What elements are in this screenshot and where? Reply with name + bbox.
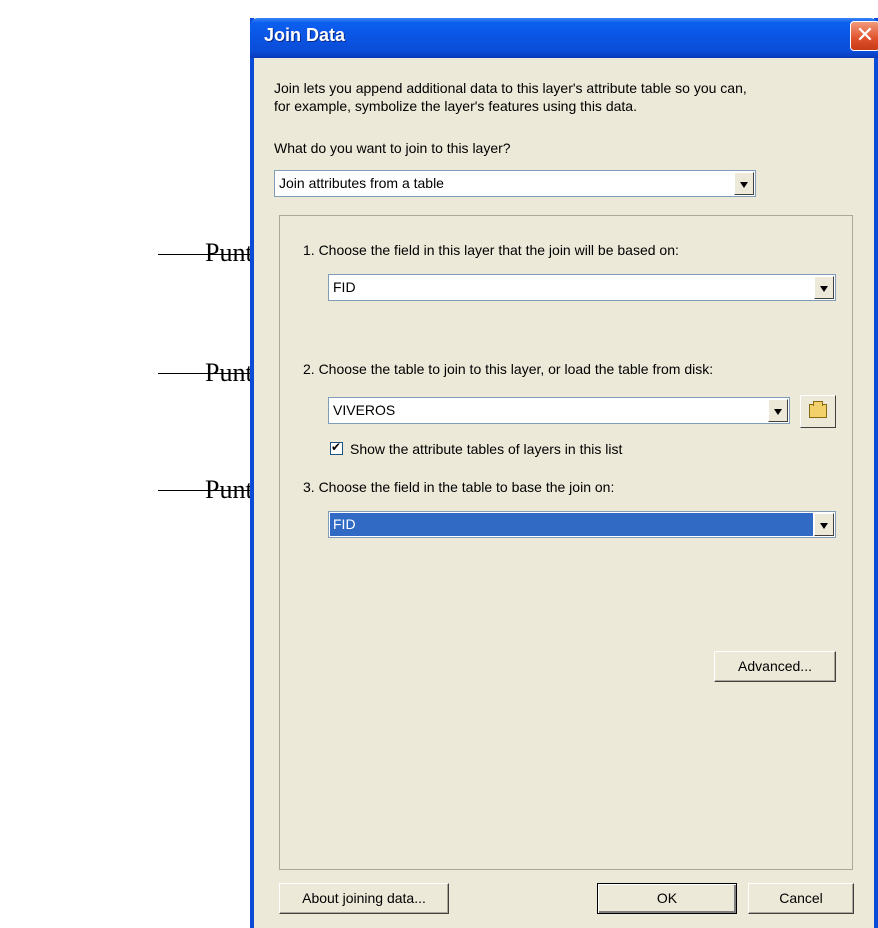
selection-highlight — [330, 513, 813, 536]
chevron-down-icon[interactable] — [768, 399, 788, 422]
join-table-select[interactable]: VIVEROS — [328, 397, 790, 424]
description-line-2: for example, symbolize the layer's featu… — [274, 98, 637, 114]
step3-label: 3. Choose the field in the table to base… — [303, 479, 615, 495]
chevron-down-icon[interactable] — [814, 276, 834, 299]
about-joining-data-button[interactable]: About joining data... — [279, 883, 449, 914]
layer-field-value: FID — [333, 279, 356, 295]
show-layer-tables-checkbox[interactable] — [330, 440, 343, 455]
table-field-value: FID — [333, 516, 356, 532]
cancel-button[interactable]: Cancel — [748, 883, 854, 914]
step2-label: 2. Choose the table to join to this laye… — [303, 361, 714, 377]
advanced-button[interactable]: Advanced... — [714, 651, 836, 682]
show-layer-tables-label[interactable]: Show the attribute tables of layers in t… — [350, 440, 622, 458]
chevron-down-icon[interactable] — [734, 172, 754, 195]
join-table-value: VIVEROS — [333, 402, 396, 418]
join-question-label: What do you want to join to this layer? — [274, 140, 511, 156]
chevron-down-icon[interactable] — [814, 513, 834, 536]
join-type-value: Join attributes from a table — [279, 175, 444, 191]
browse-table-button[interactable] — [800, 395, 836, 428]
step1-label: 1. Choose the field in this layer that t… — [303, 242, 679, 258]
join-options-group — [279, 215, 853, 870]
table-field-select[interactable]: FID — [328, 511, 836, 538]
ok-button[interactable]: OK — [597, 883, 737, 914]
layer-field-select[interactable]: FID — [328, 274, 836, 301]
open-folder-icon — [809, 401, 827, 418]
description-line-1: Join lets you append additional data to … — [274, 80, 747, 96]
dialog-title: Join Data — [264, 25, 346, 45]
close-button[interactable]: ✕ — [850, 21, 878, 51]
join-type-select[interactable]: Join attributes from a table — [274, 170, 756, 197]
